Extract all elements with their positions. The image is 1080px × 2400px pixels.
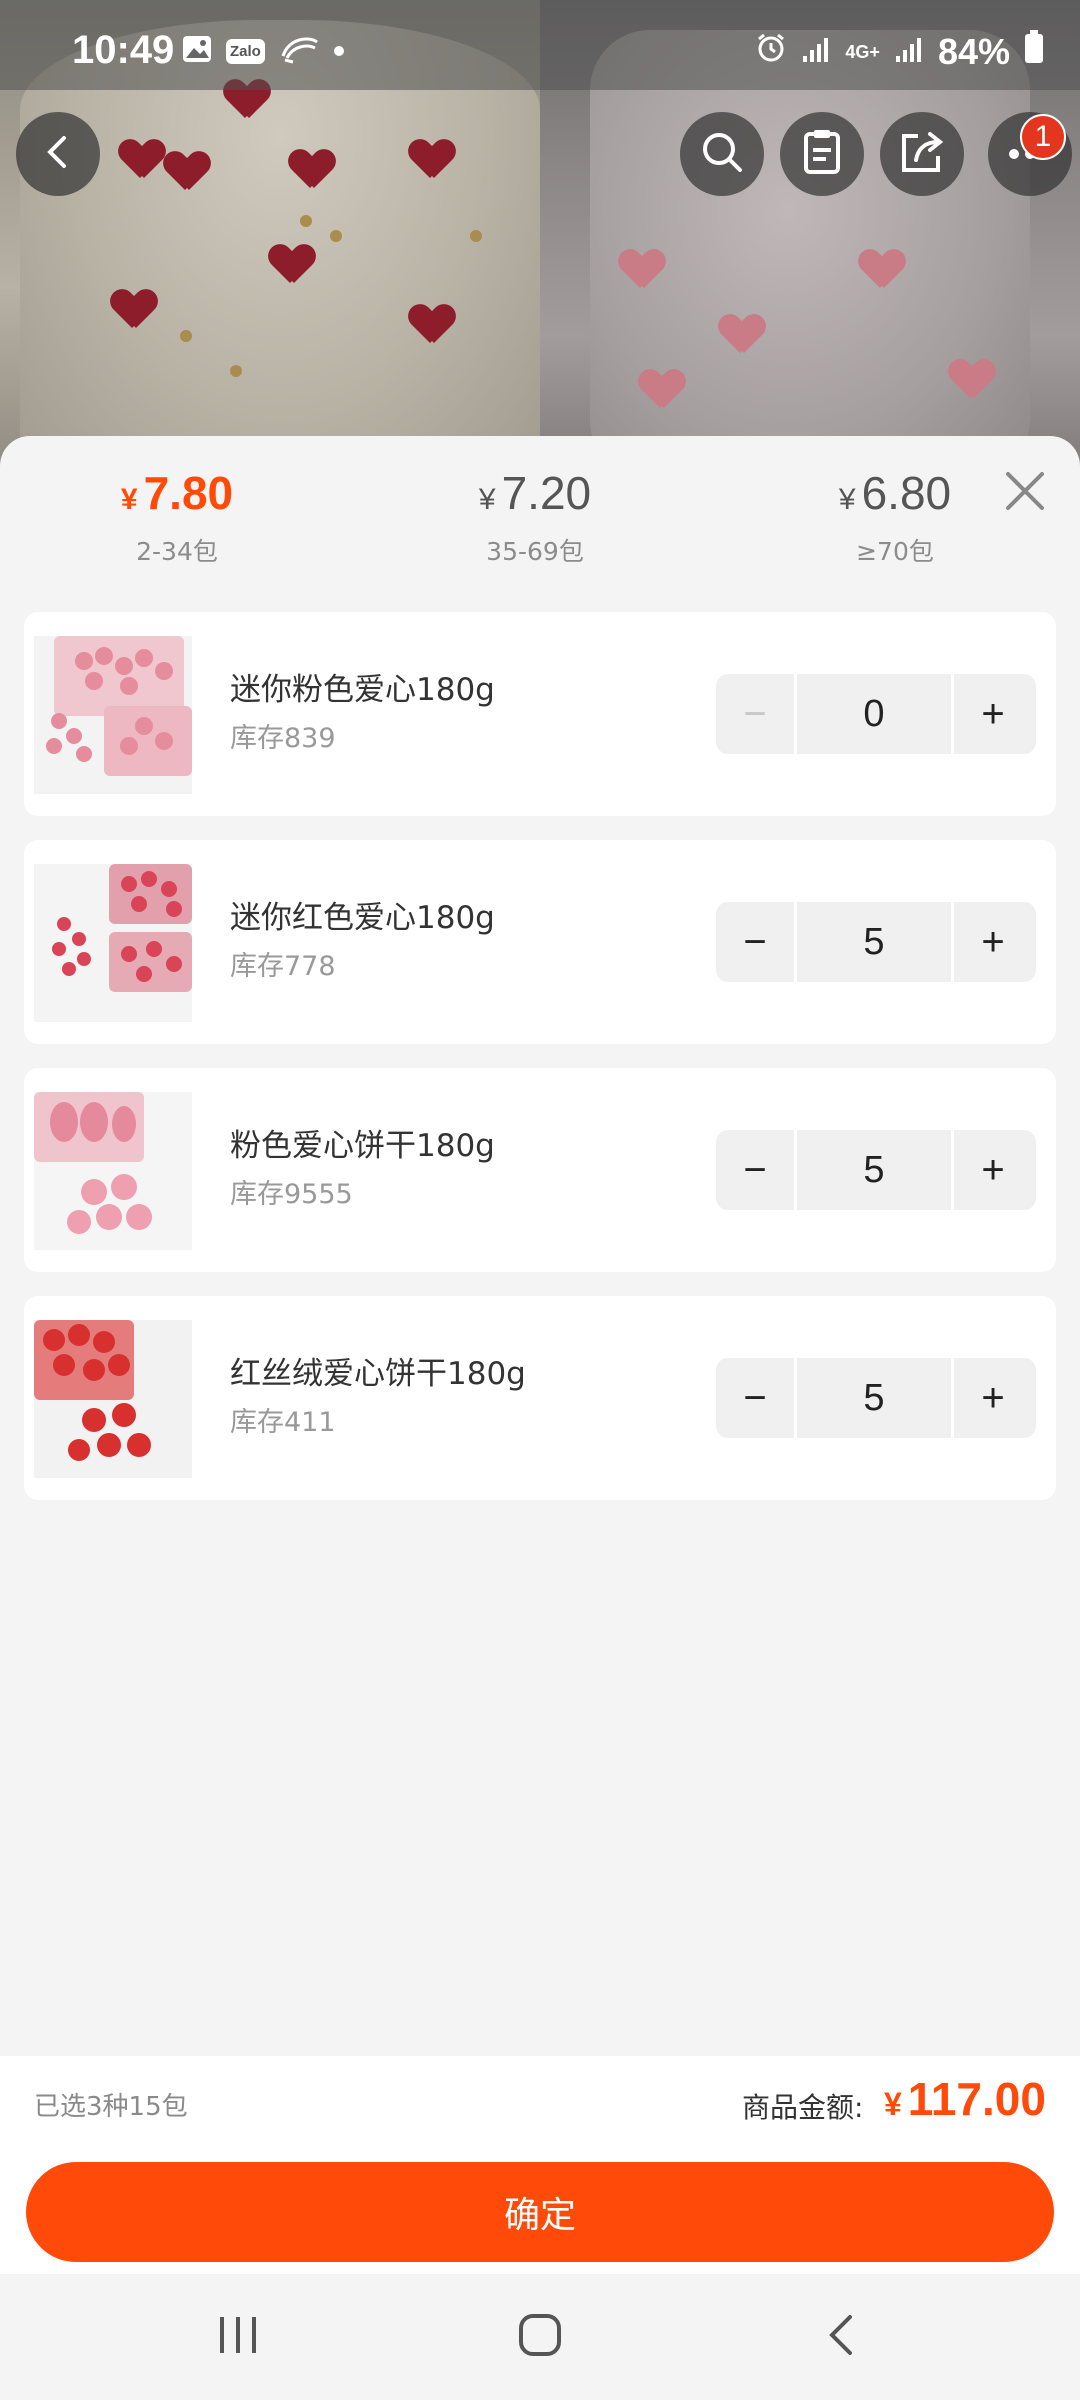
currency-symbol: ¥	[884, 2086, 902, 2122]
sku-item[interactable]: 迷你红色爱心180g 库存778 − 5 +	[24, 840, 1056, 1044]
share-button[interactable]	[880, 112, 964, 196]
back-icon	[38, 132, 78, 176]
share-icon	[898, 128, 946, 180]
increase-button[interactable]: +	[954, 1130, 1032, 1210]
price-tier-2: ¥7.20 35-69包	[410, 466, 660, 568]
sku-item[interactable]: 迷你粉色爱心180g 库存839 − 0 +	[24, 612, 1056, 816]
total-label: 商品金额:	[742, 2091, 864, 2124]
battery-icon	[1024, 30, 1044, 73]
decrease-button[interactable]: −	[716, 1358, 794, 1438]
item-name: 粉色爱心饼干180g	[230, 1128, 495, 1164]
product-thumbnail	[34, 864, 192, 1022]
network-type: 4G+	[845, 41, 880, 62]
recent-apps-button[interactable]	[198, 2304, 278, 2370]
decrease-button[interactable]: −	[716, 674, 794, 754]
currency-symbol: ¥	[120, 483, 138, 516]
cart-badge: 1	[1020, 114, 1066, 160]
alarm-icon	[755, 31, 787, 73]
product-thumbnail	[34, 1092, 192, 1250]
battery-percent: 84%	[937, 30, 1010, 72]
home-icon	[517, 2312, 563, 2362]
quantity-stepper: − 5 +	[716, 1358, 1036, 1438]
decrease-button[interactable]: −	[716, 1130, 794, 1210]
signal-icon-2	[894, 31, 924, 73]
sku-item[interactable]: 红丝绒爱心饼干180g 库存411 − 5 +	[24, 1296, 1056, 1500]
status-time: 10:49	[72, 28, 175, 72]
increase-button[interactable]: +	[954, 674, 1032, 754]
status-bar: 10:49 Zalo 4G+ 84%	[0, 0, 1080, 90]
search-icon	[698, 128, 746, 180]
checkout-bar: 已选3种15包 商品金额: ¥117.00 确定	[0, 2056, 1080, 2274]
item-stock: 库存778	[230, 951, 336, 982]
recent-apps-icon	[216, 2313, 260, 2361]
currency-symbol: ¥	[478, 483, 496, 516]
product-thumbnail	[34, 1320, 192, 1478]
product-thumbnail	[34, 636, 192, 794]
clipboard-button[interactable]	[780, 112, 864, 196]
dot-icon	[333, 42, 345, 61]
total-amount: ¥117.00	[884, 2072, 1046, 2126]
quantity-input[interactable]: 5	[794, 902, 954, 982]
close-button[interactable]	[1000, 466, 1050, 516]
tier-price: 7.20	[501, 467, 592, 519]
system-back-button[interactable]	[802, 2304, 882, 2370]
sku-selector-sheet: ¥7.80 2-34包 ¥7.20 35-69包 ¥6.80 ≥70包 迷你粉色…	[0, 436, 1080, 2056]
signal-icon	[801, 31, 831, 73]
home-button[interactable]	[500, 2304, 580, 2370]
item-name: 迷你红色爱心180g	[230, 900, 495, 936]
tier-range: ≥70包	[856, 537, 934, 566]
tier-price: 7.80	[143, 467, 234, 519]
item-stock: 库存411	[230, 1407, 336, 1438]
image-icon	[182, 35, 212, 67]
zalo-icon: Zalo	[226, 38, 265, 64]
confirm-button[interactable]: 确定	[26, 2162, 1054, 2262]
item-stock: 库存9555	[230, 1179, 353, 1210]
quantity-input[interactable]: 0	[794, 674, 954, 754]
quantity-stepper: − 5 +	[716, 902, 1036, 982]
shrimp-icon	[279, 34, 319, 68]
item-name: 红丝绒爱心饼干180g	[230, 1356, 526, 1392]
price-tiers: ¥7.80 2-34包 ¥7.20 35-69包 ¥6.80 ≥70包	[0, 436, 1080, 586]
clipboard-icon	[800, 128, 844, 180]
selection-summary: 已选3种15包	[34, 2092, 188, 2122]
item-name: 迷你粉色爱心180g	[230, 672, 495, 708]
price-tier-3: ¥6.80 ≥70包	[770, 466, 1020, 568]
back-button[interactable]	[16, 112, 100, 196]
quantity-input[interactable]: 5	[794, 1358, 954, 1438]
quantity-stepper: − 0 +	[716, 674, 1036, 754]
currency-symbol: ¥	[838, 483, 856, 516]
increase-button[interactable]: +	[954, 902, 1032, 982]
increase-button[interactable]: +	[954, 1358, 1032, 1438]
tier-price: 6.80	[861, 467, 952, 519]
tier-range: 35-69包	[486, 537, 584, 566]
system-nav-bar	[0, 2274, 1080, 2400]
close-icon	[1000, 472, 1050, 520]
decrease-button[interactable]: −	[716, 902, 794, 982]
quantity-input[interactable]: 5	[794, 1130, 954, 1210]
sku-item[interactable]: 粉色爱心饼干180g 库存9555 − 5 +	[24, 1068, 1056, 1272]
item-stock: 库存839	[230, 723, 336, 754]
search-button[interactable]	[680, 112, 764, 196]
tier-range: 2-34包	[136, 537, 218, 566]
price-tier-1: ¥7.80 2-34包	[52, 466, 302, 568]
quantity-stepper: − 5 +	[716, 1130, 1036, 1210]
total-value: 117.00	[907, 2073, 1046, 2125]
system-back-icon	[822, 2313, 862, 2361]
